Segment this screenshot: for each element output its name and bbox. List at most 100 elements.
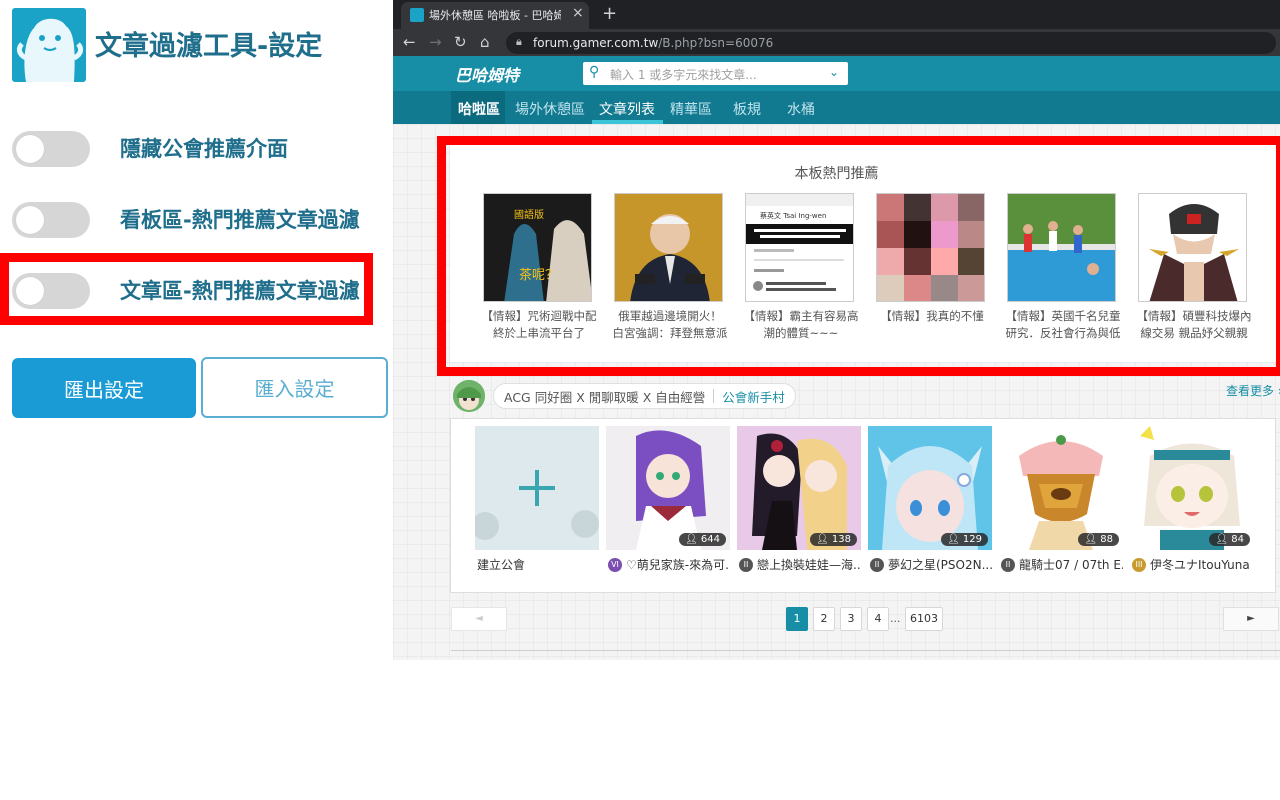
guild-mascot-avatar bbox=[453, 380, 485, 412]
guild-name: II 戀上換裝娃娃—海... bbox=[739, 556, 861, 573]
forward-icon[interactable]: → bbox=[429, 33, 442, 51]
page-2[interactable]: 2 bbox=[813, 607, 835, 631]
nav-item-hala[interactable]: 哈啦區 bbox=[458, 99, 500, 119]
hot-thumb: 蔡英文 Tsai Ing-wen bbox=[745, 193, 854, 302]
guild-recommend-bar: ACG 同好圈 X 閒聊取暖 X 自由經營 公會新手村 bbox=[453, 380, 1280, 416]
guild-name-text: ♡萌兒家族-來為可... bbox=[626, 558, 730, 572]
thumb-label-a: 國語版 bbox=[514, 208, 544, 221]
import-settings-button[interactable]: 匯入設定 bbox=[201, 357, 388, 418]
address-bar: ← → ↻ ⌂ 🔒︎ forum.gamer.com.tw/B.php?bsn=… bbox=[393, 29, 1280, 56]
guild-newbie-link[interactable]: 公會新手村 bbox=[722, 387, 785, 406]
page-3[interactable]: 3 bbox=[840, 607, 862, 631]
guild-name: II 夢幻之星(PSO2N... bbox=[870, 556, 992, 573]
guild-name-text: 夢幻之星(PSO2N... bbox=[888, 558, 992, 572]
prev-page-button[interactable]: ◄ bbox=[451, 607, 507, 631]
next-page-button[interactable]: ► bbox=[1223, 607, 1279, 631]
guild-item[interactable]: 👤︎ 88 II 龍騎士07 / 07th E... bbox=[999, 426, 1123, 591]
guild-image: 👤︎ 88 bbox=[999, 426, 1123, 550]
tab-bar: 場外休憩區 哈啦板 - 巴哈姆特 × + bbox=[393, 0, 1280, 29]
guild-item[interactable]: 👤︎ 129 II 夢幻之星(PSO2N... bbox=[868, 426, 992, 591]
url-field[interactable]: 🔒︎ forum.gamer.com.tw/B.php?bsn=60076 bbox=[506, 32, 1276, 54]
divider bbox=[713, 389, 715, 403]
guild-tags-pill: ACG 同好圈 X 閒聊取暖 X 自由經營 公會新手村 bbox=[493, 383, 796, 409]
site-header: 巴哈姆特 ⚲ 輸入 1 或多字元來找文章... ⌄ bbox=[393, 56, 1280, 91]
rank-badge-icon: II bbox=[1001, 557, 1015, 572]
page-1[interactable]: 1 bbox=[786, 607, 808, 631]
guild-name: III 伊冬ユナItouYuna bbox=[1132, 556, 1254, 573]
toggle-label: 隱藏公會推薦介面 bbox=[120, 137, 288, 161]
guild-name-text: 龍騎士07 / 07th E... bbox=[1019, 558, 1123, 572]
guild-name-text: 伊冬ユナItouYuna bbox=[1150, 558, 1250, 572]
guild-name-text: 戀上換裝娃娃—海... bbox=[757, 558, 861, 572]
site-search-input[interactable]: ⚲ 輸入 1 或多字元來找文章... ⌄ bbox=[583, 62, 848, 85]
toggle-row-board-filter: 看板區-熱門推薦文章過濾 bbox=[0, 188, 372, 252]
page-last[interactable]: 6103 bbox=[905, 607, 943, 631]
hot-caption: 俄軍越過邊境開火！ 白宮強調：拜登無意派 bbox=[612, 309, 733, 340]
guild-item[interactable]: 👤︎ 644 VI ♡萌兒家族-來為可... bbox=[606, 426, 730, 591]
tab-close-icon[interactable]: × bbox=[572, 5, 584, 21]
toggle-knob bbox=[16, 206, 44, 234]
nav-item-board[interactable]: 場外休憩區 bbox=[515, 99, 585, 119]
hot-caption: 【情報】霸主有容易高潮的體質~~~ bbox=[743, 309, 859, 340]
guild-name: VI ♡萌兒家族-來為可... bbox=[608, 556, 730, 573]
rank-badge-icon: II bbox=[739, 557, 753, 572]
site-nav: 哈啦區 場外休憩區 文章列表 精華區 板規 水桶 bbox=[393, 91, 1280, 124]
thumb-label-b: 茶呢？ bbox=[519, 267, 558, 283]
rank-badge-icon: VI bbox=[608, 557, 622, 572]
nav-item-article-list[interactable]: 文章列表 bbox=[599, 99, 655, 119]
chevron-down-icon[interactable]: ⌄ bbox=[829, 65, 839, 79]
hot-caption: 【情報】我真的不懂 bbox=[880, 309, 984, 323]
export-settings-button[interactable]: 匯出設定 bbox=[12, 358, 196, 418]
browser-tab[interactable]: 場外休憩區 哈啦板 - 巴哈姆特 × bbox=[401, 2, 589, 29]
url-path: /B.php?bsn=60076 bbox=[658, 36, 774, 50]
guild-image: 👤︎ 138 bbox=[737, 426, 861, 550]
member-count-value: 88 bbox=[1100, 534, 1113, 545]
hot-thumb bbox=[614, 193, 723, 302]
board-filter-toggle[interactable] bbox=[12, 202, 90, 238]
search-icon: ⚲ bbox=[589, 64, 600, 80]
hot-thumb bbox=[876, 193, 985, 302]
toggle-label: 看板區-熱門推薦文章過濾 bbox=[120, 208, 360, 232]
divider bbox=[451, 650, 1280, 651]
guild-image: 👤︎ 84 bbox=[1130, 426, 1254, 550]
home-icon[interactable]: ⌂ bbox=[480, 33, 490, 51]
nav-item-bucket[interactable]: 水桶 bbox=[787, 99, 815, 119]
member-count: 👤︎ 88 bbox=[1078, 533, 1119, 546]
member-count: 👤︎ 129 bbox=[941, 533, 988, 546]
guild-image: 👤︎ 129 bbox=[868, 426, 992, 550]
member-count: 👤︎ 644 bbox=[679, 533, 726, 546]
member-count-value: 129 bbox=[962, 534, 982, 545]
bahamut-favicon-icon bbox=[410, 8, 424, 22]
create-guild-label: 建立公會 bbox=[477, 558, 526, 572]
new-tab-icon[interactable]: + bbox=[602, 3, 617, 24]
url-text: forum.gamer.com.tw/B.php?bsn=60076 bbox=[533, 36, 773, 50]
guild-item[interactable]: 👤︎ 138 II 戀上換裝娃娃—海... bbox=[737, 426, 861, 591]
site-logo[interactable]: 巴哈姆特 bbox=[455, 62, 519, 86]
hot-caption: 【情報】英國千名兒童研究．反社會行為與低 bbox=[1005, 309, 1121, 340]
rank-badge-icon: II bbox=[870, 557, 884, 572]
hot-caption: 【情報】碩豐科技爆內線交易 親品妤父親親 bbox=[1136, 309, 1252, 340]
view-more-link[interactable]: 查看更多 › bbox=[1226, 382, 1280, 399]
seal-logo-icon bbox=[12, 8, 86, 82]
search-placeholder: 輸入 1 或多字元來找文章... bbox=[610, 68, 757, 82]
browser-window: 場外休憩區 哈啦板 - 巴哈姆特 × + ← → ↻ ⌂ 🔒︎ forum.ga… bbox=[393, 0, 1280, 660]
hide-guild-toggle[interactable] bbox=[12, 131, 90, 167]
tab-title: 場外休憩區 哈啦板 - 巴哈姆特 bbox=[429, 9, 561, 22]
member-count: 👤︎ 138 bbox=[810, 533, 857, 546]
reload-icon[interactable]: ↻ bbox=[454, 33, 467, 51]
toggle-knob bbox=[16, 135, 44, 163]
member-count-value: 138 bbox=[831, 534, 851, 545]
guild-item[interactable]: 👤︎ 84 III 伊冬ユナItouYuna bbox=[1130, 426, 1254, 591]
url-host: forum.gamer.com.tw bbox=[533, 36, 659, 50]
create-guild-item[interactable]: 建立公會 bbox=[475, 426, 599, 591]
guild-tags: ACG 同好圈 X 閒聊取暖 X 自由經營 bbox=[504, 389, 706, 405]
lock-icon: 🔒︎ bbox=[516, 35, 522, 48]
page-4[interactable]: 4 bbox=[867, 607, 889, 631]
create-guild-image bbox=[475, 426, 599, 550]
highlight-box bbox=[0, 253, 373, 325]
nav-item-rules[interactable]: 板規 bbox=[733, 99, 761, 119]
hot-thumb: 國語版茶呢？ bbox=[483, 193, 592, 302]
back-icon[interactable]: ← bbox=[403, 33, 416, 51]
nav-item-digest[interactable]: 精華區 bbox=[670, 99, 712, 119]
hot-thumb bbox=[1138, 193, 1247, 302]
